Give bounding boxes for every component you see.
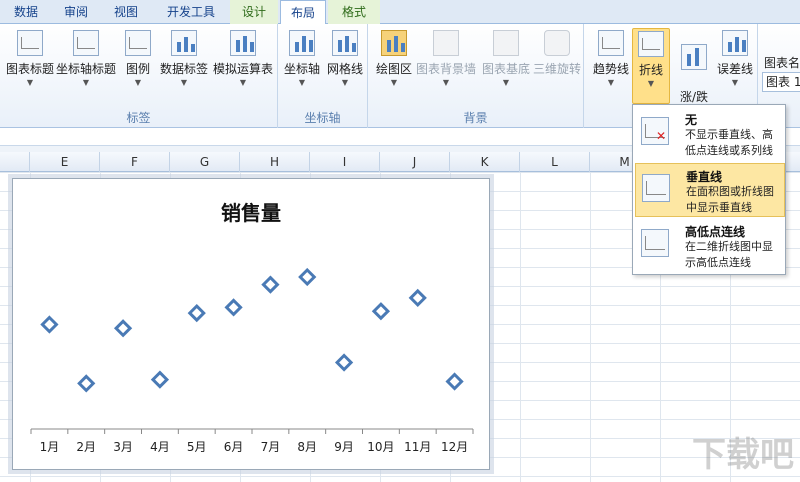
chart-wall-icon (433, 30, 459, 56)
lines-dropdown-menu: ✕ 无 不显示垂直线、高低点连线或系列线 垂直线 在面积图或折线图中显示垂直线 … (632, 104, 786, 275)
watermark: 下载吧 (692, 435, 794, 475)
trendline-button[interactable]: 趋势线 ▼ (590, 30, 632, 87)
column-header[interactable]: J (380, 152, 450, 172)
gridlines-icon (332, 30, 358, 56)
chart-wall-button[interactable]: 图表背景墙 ▼ (416, 30, 476, 87)
column-header[interactable]: L (520, 152, 590, 172)
column-header[interactable]: E (30, 152, 100, 172)
column-header[interactable]: K (450, 152, 520, 172)
column-header[interactable]: F (100, 152, 170, 172)
column-header[interactable]: I (310, 152, 380, 172)
group-labels: 图表标题 ▼ 坐标轴标题 ▼ 图例 ▼ 数据标签 ▼ 模拟运算表 ▼ 标签 (0, 24, 278, 128)
group-axes: 坐标轴 ▼ 网格线 ▼ 坐标轴 (278, 24, 368, 128)
axis-title-button[interactable]: 坐标轴标题 ▼ (56, 30, 116, 87)
x-tick-label: 1月 (40, 440, 60, 454)
data-table-button[interactable]: 模拟运算表 ▼ (212, 30, 274, 87)
plot-area-button[interactable]: 绘图区 ▼ (372, 30, 416, 87)
corner-cell[interactable] (0, 152, 30, 172)
axes-button[interactable]: 坐标轴 ▼ (282, 30, 322, 87)
up-down-bars-icon (681, 44, 707, 70)
tab-data[interactable]: 数据 (0, 0, 52, 24)
data-point-marker[interactable] (77, 374, 96, 393)
3d-rotation-button[interactable]: 三维旋转 (532, 30, 582, 77)
group-axes-label: 坐标轴 (304, 111, 341, 125)
x-tick-label: 9月 (334, 440, 354, 454)
ribbon-tabs: 数据 审阅 视图 开发工具 设计 布局 格式 (0, 0, 800, 25)
data-point-marker[interactable] (334, 353, 354, 372)
x-tick-label: 6月 (224, 440, 244, 454)
chart-name-label: 图表名称 (764, 56, 800, 70)
x-tick-label: 11月 (404, 440, 431, 454)
chart-plot[interactable]: 1月 2月 3月 4月 5月 6月 7月 8月 9月 10月 11月 12月 (13, 179, 491, 471)
error-bars-button[interactable]: 误差线 ▼ (714, 30, 756, 87)
no-lines-icon: ✕ (641, 117, 669, 145)
chart-object[interactable]: 销售量 1月 2月 3月 4月 5月 6月 7月 8月 9月 10月 11月 12月 (12, 178, 490, 470)
group-labels-label: 标签 (126, 111, 151, 125)
data-labels-icon (171, 30, 197, 56)
high-low-lines-icon (641, 229, 669, 257)
tab-view[interactable]: 视图 (100, 0, 152, 24)
column-header[interactable]: H (240, 152, 310, 172)
drop-lines-icon (642, 174, 670, 202)
x-tick-label: 10月 (367, 440, 394, 454)
plot-area-icon (381, 30, 407, 56)
column-header[interactable]: G (170, 152, 240, 172)
tab-review[interactable]: 审阅 (52, 0, 100, 24)
data-point-marker[interactable] (261, 275, 280, 294)
data-point-marker[interactable] (150, 370, 170, 389)
trendline-icon (598, 30, 624, 56)
data-point-marker[interactable] (298, 267, 317, 287)
x-tick-label: 4月 (150, 440, 170, 454)
tab-format[interactable]: 格式 (328, 0, 380, 24)
legend-button[interactable]: 图例 ▼ (118, 30, 158, 87)
data-point-marker[interactable] (371, 302, 391, 321)
chart-title-button[interactable]: 图表标题 ▼ (4, 30, 56, 87)
menu-item-high-low-lines[interactable]: 高低点连线 在二维折线图中显示高低点连线 (635, 219, 785, 273)
data-point-marker[interactable] (445, 372, 464, 391)
x-tick-label: 5月 (187, 440, 207, 454)
lines-icon (638, 31, 664, 57)
data-point-marker[interactable] (113, 319, 133, 338)
group-background-label: 背景 (463, 111, 488, 125)
axis-title-icon (73, 30, 99, 56)
chart-name-input[interactable]: 图表 1 (762, 72, 800, 92)
chart-floor-icon (493, 30, 519, 56)
data-labels-button[interactable]: 数据标签 ▼ (158, 30, 210, 87)
x-tick-label: 2月 (76, 440, 96, 454)
data-point-marker[interactable] (408, 288, 427, 308)
data-point-marker[interactable] (224, 298, 243, 317)
tab-developer[interactable]: 开发工具 (152, 0, 230, 24)
chart-title-icon (17, 30, 43, 56)
menu-item-none[interactable]: ✕ 无 不显示垂直线、高低点连线或系列线 (635, 107, 785, 161)
lines-button[interactable]: 折线 ▼ (632, 28, 670, 104)
menu-item-drop-lines[interactable]: 垂直线 在面积图或折线图中显示垂直线 (635, 163, 785, 217)
error-bars-icon (722, 30, 748, 56)
x-tick-label: 3月 (113, 440, 133, 454)
axes-icon (289, 30, 315, 56)
x-tick-label: 8月 (297, 440, 317, 454)
chart-floor-button[interactable]: 图表基底 ▼ (478, 30, 534, 87)
3d-rotation-icon (544, 30, 570, 56)
data-point-marker[interactable] (187, 303, 206, 323)
data-point-marker[interactable] (40, 315, 59, 334)
tab-design[interactable]: 设计 (230, 0, 278, 24)
group-background: 绘图区 ▼ 图表背景墙 ▼ 图表基底 ▼ 三维旋转 背景 (368, 24, 584, 128)
tab-layout[interactable]: 布局 (280, 0, 326, 25)
gridlines-button[interactable]: 网格线 ▼ (324, 30, 366, 87)
data-table-icon (230, 30, 256, 56)
legend-icon (125, 30, 151, 56)
x-tick-label: 7月 (261, 440, 281, 454)
x-tick-label: 12月 (441, 440, 468, 454)
